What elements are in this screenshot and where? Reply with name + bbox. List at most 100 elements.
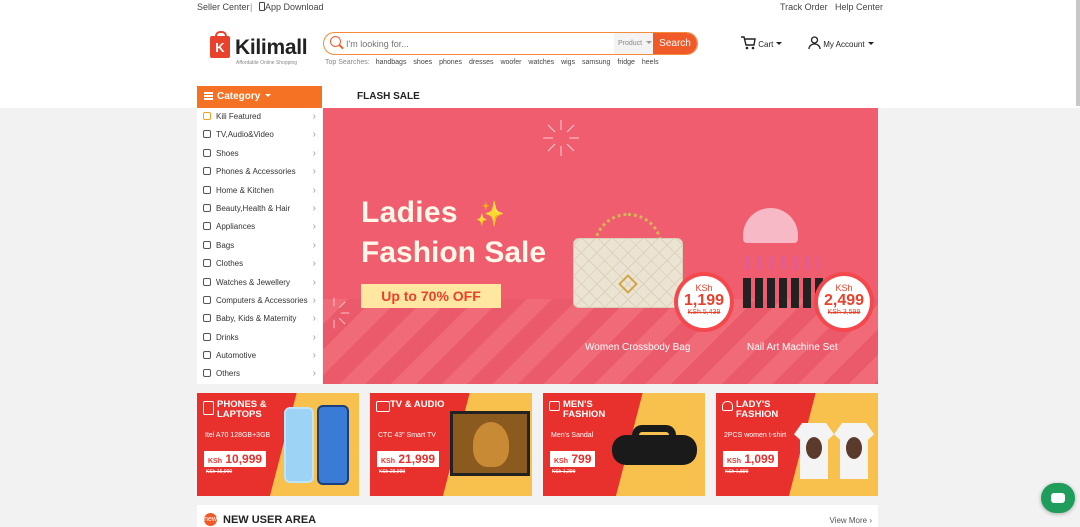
category-item[interactable]: Kili Featured (197, 108, 322, 126)
sparkle-icon: ✨ (475, 201, 505, 228)
banner-headline-line2: Fashion Sale (361, 236, 547, 269)
tile-currency: KSh (381, 458, 395, 465)
seller-center-link[interactable]: Seller Center (197, 2, 250, 12)
tile-mens-fashion[interactable]: MEN'S FASHION Men's Sandal KSh 799 KSh 1… (543, 393, 705, 496)
category-item[interactable]: TV,Audio&Video (197, 126, 322, 145)
category-label: Shoes (216, 148, 239, 158)
top-search-link[interactable]: woofer (500, 59, 521, 66)
category-header[interactable]: Category (197, 86, 322, 108)
category-tiles: PHONES & LAPTOPS Itel A70 128GB+3GB KSh … (197, 393, 878, 496)
search-scope-dropdown[interactable]: Product (614, 33, 656, 54)
phone-image (284, 407, 314, 483)
category-item[interactable]: Automotive (197, 347, 322, 365)
crossbody-bag-image (573, 213, 683, 308)
category-item[interactable]: Watches & Jewellery (197, 274, 322, 292)
shoe-icon (203, 148, 211, 157)
category-label: Clothes (216, 259, 244, 269)
top-search-link[interactable]: handbags (376, 59, 407, 66)
search-button[interactable]: Search (653, 33, 697, 54)
tile-title: PHONES & LAPTOPS (217, 399, 267, 420)
tile-tv-audio[interactable]: TV & AUDIO CTC 43" Smart TV KSh 21,999 K… (370, 393, 532, 496)
tile-phones-laptops[interactable]: PHONES & LAPTOPS Itel A70 128GB+3GB KSh … (197, 393, 359, 496)
phone-icon (203, 167, 211, 176)
flash-sale-title[interactable]: FLASH SALE (357, 91, 420, 102)
tv-icon (376, 401, 390, 412)
watch-icon (203, 277, 211, 286)
my-account-button[interactable]: My Account (808, 36, 874, 50)
new-user-area: new NEW USER AREA View More › (197, 505, 878, 527)
category-item[interactable]: Computers & Accessories (197, 292, 322, 310)
scrollbar[interactable] (1076, 0, 1080, 106)
tv-icon (203, 130, 211, 139)
search-icon (330, 36, 341, 47)
help-center-link[interactable]: Help Center (835, 2, 883, 12)
search-input[interactable] (346, 36, 606, 51)
category-label: Appliances (216, 222, 256, 232)
tile-ladys-fashion[interactable]: LADY'S FASHION 2PCS women t-shirt KSh 1,… (716, 393, 878, 496)
top-search-link[interactable]: samsung (582, 59, 610, 66)
clothes-icon (203, 259, 211, 268)
category-label: Phones & Accessories (216, 167, 296, 177)
product-caption: Nail Art Machine Set (747, 342, 838, 353)
cart-icon (741, 36, 756, 50)
tile-old-price: KSh 1,299 (552, 469, 576, 475)
track-order-link[interactable]: Track Order (780, 2, 828, 12)
category-item[interactable]: Bags (197, 237, 322, 255)
kilimall-logo[interactable]: K Kilimall Affordable Online Shopping (210, 31, 320, 86)
top-search-link[interactable]: wigs (561, 59, 575, 66)
dress-icon (722, 401, 733, 411)
top-search-link[interactable]: shoes (413, 59, 432, 66)
category-item[interactable]: Beauty,Health & Hair (197, 200, 322, 218)
category-item[interactable]: Drinks (197, 329, 322, 347)
view-more-link[interactable]: View More › (829, 516, 872, 525)
firework-decoration (333, 297, 350, 329)
old-price: KSh 3,599 (827, 309, 861, 316)
app-download-label: App Download (265, 2, 324, 12)
category-item[interactable]: Phones & Accessories (197, 163, 322, 182)
category-item[interactable]: Others (197, 365, 322, 384)
tile-currency: KSh (208, 458, 222, 465)
top-search-link[interactable]: watches (528, 59, 554, 66)
category-item[interactable]: Clothes (197, 255, 322, 274)
price-value: 2,499 (823, 292, 865, 309)
category-item[interactable]: Appliances (197, 218, 322, 237)
tile-product: Men's Sandal (551, 432, 594, 439)
top-search-link[interactable]: phones (439, 59, 462, 66)
cart-button[interactable]: Cart (740, 36, 783, 50)
menu-icon (204, 92, 213, 100)
new-user-icon: new (204, 513, 217, 526)
price-badge: KSh 2,499 KSh 3,599 (818, 276, 870, 328)
top-search-link[interactable]: heels (642, 59, 659, 66)
shirt-icon (549, 401, 560, 411)
hero-banner[interactable]: Ladies ✨ Fashion Sale Up to 70% OFF KSh … (323, 108, 878, 384)
promo-badge: Up to 70% OFF (361, 284, 501, 308)
shirt-print (806, 437, 822, 459)
category-title: Category (217, 91, 261, 102)
category-label: Kili Featured (216, 112, 261, 121)
category-item[interactable]: Shoes (197, 145, 322, 163)
category-label: Bags (216, 240, 235, 250)
top-search-link[interactable]: dresses (469, 59, 494, 66)
chat-button[interactable] (1041, 483, 1075, 513)
tile-old-price: KSh 28,999 (379, 469, 406, 475)
category-label: Home & Kitchen (216, 185, 274, 195)
category-item[interactable]: Baby, Kids & Maternity (197, 310, 322, 329)
price-value: 1,199 (683, 292, 725, 309)
drink-icon (203, 332, 211, 341)
tile-price-value: 21,999 (398, 452, 436, 466)
sandal-image (612, 425, 697, 465)
category-item[interactable]: Home & Kitchen (197, 182, 322, 200)
category-list: Kili Featured TV,Audio&Video Shoes Phone… (197, 108, 322, 384)
top-bar: Seller Center | App Download Track Order… (0, 0, 1080, 16)
top-search-link[interactable]: fridge (617, 59, 635, 66)
tile-price-value: 10,999 (225, 452, 263, 466)
tile-price: KSh 21,999 (377, 451, 440, 467)
logo-bag-icon: K (210, 31, 230, 58)
old-price: KSh 5,439 (687, 309, 721, 316)
baby-icon (203, 314, 211, 323)
shirt-print (846, 437, 862, 459)
category-label: Computers & Accessories (216, 295, 308, 305)
price-badge: KSh 1,199 KSh 5,439 (678, 276, 730, 328)
app-download-link[interactable]: App Download (259, 2, 324, 12)
tile-price: KSh 10,999 (204, 451, 267, 467)
